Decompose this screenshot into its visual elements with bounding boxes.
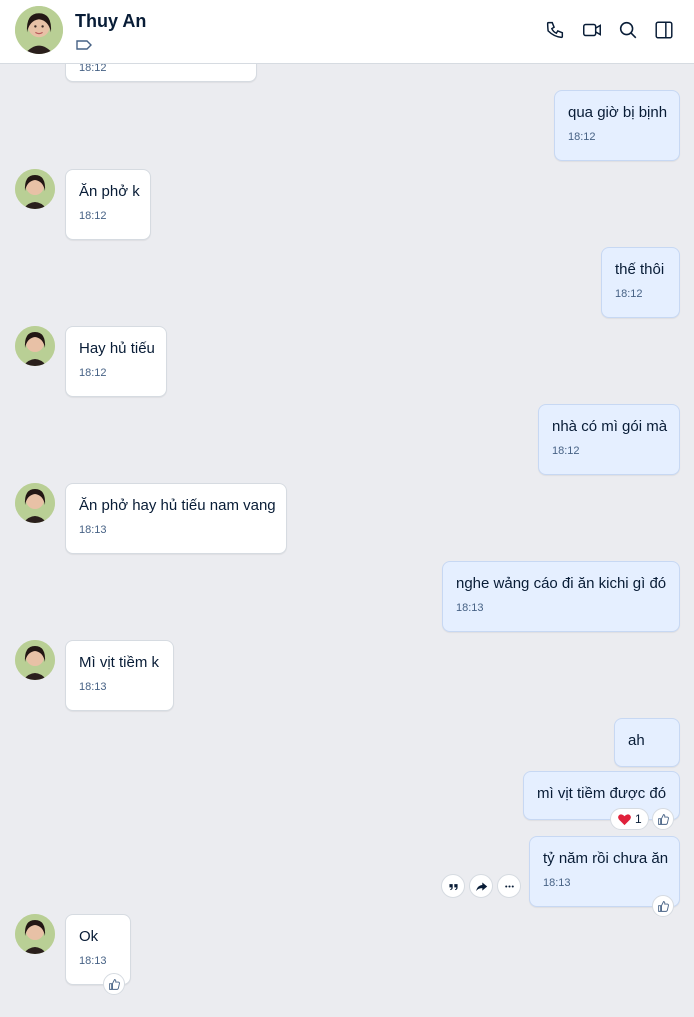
- message-text: Ăn phở k: [79, 183, 140, 200]
- message-text: nghe wảng cáo đi ăn kichi gì đó: [456, 575, 667, 592]
- message-bubble[interactable]: qua giờ bị bịnh 18:12: [554, 90, 680, 161]
- quote-reply-button[interactable]: [441, 874, 465, 898]
- message-time: 18:12: [568, 131, 596, 143]
- quote-icon: [448, 883, 458, 890]
- video-call-icon[interactable]: [578, 16, 606, 44]
- thumbs-up-icon: [657, 813, 669, 825]
- message-text: nhà có mì gói mà: [552, 418, 668, 435]
- chat-header: Thuy An: [0, 0, 694, 64]
- message-text: Ok: [79, 928, 99, 945]
- call-icon[interactable]: [541, 16, 569, 44]
- sender-avatar[interactable]: [15, 326, 55, 366]
- message-text: qua giờ bị bịnh: [568, 104, 668, 121]
- message-text: mì vịt tiềm được đó: [537, 785, 667, 802]
- message-time: 18:12: [552, 445, 580, 457]
- sender-avatar[interactable]: [15, 169, 55, 209]
- message-time: 18:13: [79, 955, 107, 967]
- message-text: Mì vịt tiềm k: [79, 654, 160, 671]
- message-text: tỷ năm rồi chưa ăn: [543, 850, 669, 867]
- contact-name: Thuy An: [75, 11, 147, 31]
- sidebar-toggle-icon[interactable]: [650, 16, 678, 44]
- message-bubble[interactable]: nghe wảng cáo đi ăn kichi gì đó 18:13: [442, 561, 680, 632]
- message-text: ah: [628, 732, 645, 749]
- thumbs-up-icon: [108, 978, 120, 990]
- like-reaction-button[interactable]: [103, 973, 125, 995]
- message-time: 18:12: [79, 210, 107, 222]
- message-time: 18:12: [79, 367, 107, 379]
- thumbs-up-icon: [657, 900, 669, 912]
- message-bubble[interactable]: Mì vịt tiềm k 18:13: [65, 640, 174, 711]
- message-time: 18:13: [79, 524, 107, 536]
- sender-avatar[interactable]: [15, 483, 55, 523]
- reaction-summary[interactable]: 1: [610, 808, 649, 830]
- more-icon: [504, 884, 514, 888]
- message-time: 18:13: [456, 602, 484, 614]
- more-options-button[interactable]: [497, 874, 521, 898]
- contact-avatar[interactable]: [15, 6, 63, 54]
- search-icon[interactable]: [614, 16, 642, 44]
- share-icon: [475, 881, 487, 891]
- like-reaction-button[interactable]: [652, 895, 674, 917]
- sender-avatar[interactable]: [15, 914, 55, 954]
- message-time: 18:13: [79, 681, 107, 693]
- message-time: 18:12: [615, 288, 643, 300]
- message-text: Hay hủ tiếu: [79, 340, 155, 357]
- message-text: thế thôi: [615, 261, 665, 278]
- message-text: Ăn phở hay hủ tiếu nam vang: [79, 497, 276, 514]
- message-bubble[interactable]: thế thôi 18:12: [601, 247, 680, 318]
- message-bubble[interactable]: Ăn phở hay hủ tiếu nam vang 18:13: [65, 483, 287, 554]
- message-bubble[interactable]: Ok 18:13: [65, 914, 131, 985]
- message-bubble[interactable]: Ăn phở k 18:12: [65, 169, 151, 240]
- message-bubble[interactable]: nhà có mì gói mà 18:12: [538, 404, 680, 475]
- message-time: 18:13: [543, 877, 571, 889]
- message-bubble[interactable]: ah: [614, 718, 680, 767]
- message-bubble[interactable]: Hay hủ tiếu 18:12: [65, 326, 167, 397]
- reaction-count: 1: [635, 812, 642, 826]
- sender-avatar[interactable]: [15, 640, 55, 680]
- tag-icon[interactable]: [75, 38, 93, 52]
- heart-icon: [618, 813, 631, 825]
- like-reaction-button[interactable]: [652, 808, 674, 830]
- forward-button[interactable]: [469, 874, 493, 898]
